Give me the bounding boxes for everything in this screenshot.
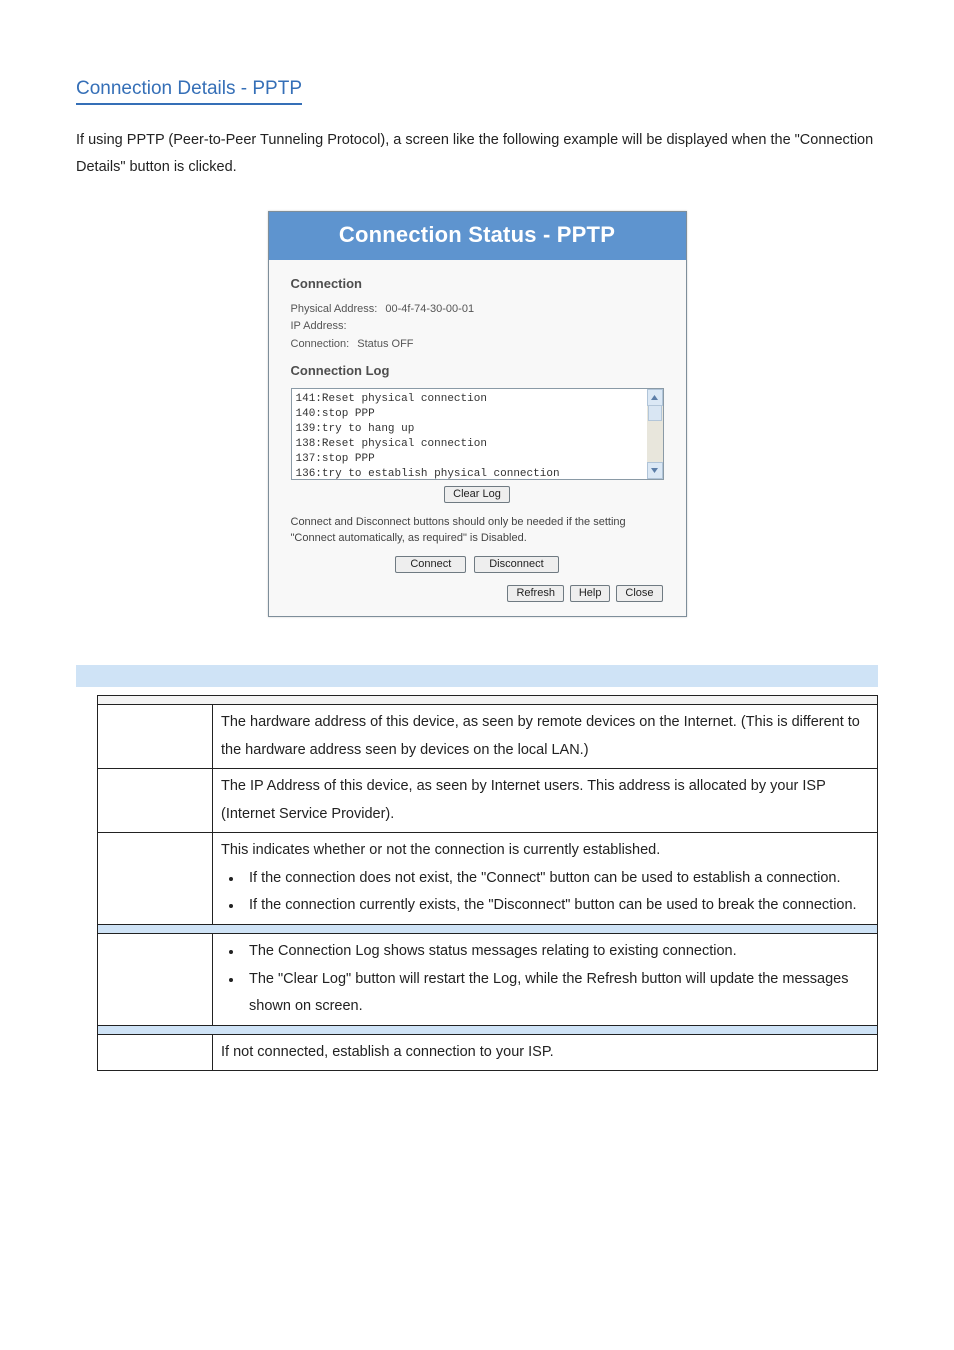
disconnect-button[interactable]: Disconnect	[474, 556, 558, 573]
log-line: 141:Reset physical connection	[296, 392, 645, 407]
physical-address-value: 00-4f-74-30-00-01	[385, 301, 474, 319]
scroll-handle[interactable]	[648, 405, 662, 421]
row-desc-bullet: If the connection does not exist, the "C…	[243, 865, 869, 893]
connection-log-subheading: Connection Log	[291, 363, 664, 378]
data-heading-bar	[76, 665, 878, 687]
scroll-down-icon[interactable]	[647, 462, 663, 479]
close-button[interactable]: Close	[616, 585, 662, 602]
connection-log-box[interactable]: 141:Reset physical connection 140:stop P…	[291, 388, 664, 480]
row-desc: The IP Address of this device, as seen b…	[213, 769, 878, 833]
physical-address-label: Physical Address:	[291, 301, 378, 319]
helper-text: Connect and Disconnect buttons should on…	[291, 515, 664, 546]
scroll-up-icon[interactable]	[647, 389, 663, 406]
connection-status-value: Status OFF	[357, 336, 413, 354]
row-label	[98, 705, 213, 769]
row-desc-bullet: The Connection Log shows status messages…	[243, 938, 869, 966]
help-button[interactable]: Help	[570, 585, 611, 602]
row-desc: If not connected, establish a connection…	[213, 1034, 878, 1071]
connection-subheading: Connection	[291, 276, 664, 291]
connection-status-label: Connection:	[291, 336, 350, 354]
clear-log-button[interactable]: Clear Log	[444, 486, 510, 503]
log-line: 140:stop PPP	[296, 407, 645, 422]
widget-title: Connection Status - PPTP	[269, 212, 686, 260]
row-label	[98, 934, 213, 1026]
table-section-log	[98, 925, 878, 934]
log-line: 136:try to establish physical connection	[296, 467, 645, 481]
log-scrollbar[interactable]	[647, 389, 663, 479]
log-line: 138:Reset physical connection	[296, 437, 645, 452]
row-desc-intro: This indicates whether or not the connec…	[221, 837, 869, 865]
status-widget: Connection Status - PPTP Connection Phys…	[268, 211, 687, 618]
row-desc: The Connection Log shows status messages…	[213, 934, 878, 1026]
row-label	[98, 833, 213, 925]
description-table: The hardware address of this device, as …	[97, 695, 878, 1071]
connect-button[interactable]: Connect	[395, 556, 466, 573]
section-heading: Connection Details - PPTP	[76, 78, 302, 105]
row-desc-bullet: If the connection currently exists, the …	[243, 892, 869, 920]
intro-paragraph: If using PPTP (Peer-to-Peer Tunneling Pr…	[76, 127, 878, 181]
row-desc: The hardware address of this device, as …	[213, 705, 878, 769]
row-label	[98, 1034, 213, 1071]
row-desc-bullet: The "Clear Log" button will restart the …	[243, 966, 869, 1021]
ip-address-label: IP Address:	[291, 318, 347, 336]
table-section-buttons	[98, 1025, 878, 1034]
log-line: 137:stop PPP	[296, 452, 645, 467]
row-label	[98, 769, 213, 833]
log-line: 139:try to hang up	[296, 422, 645, 437]
table-section-connection	[98, 696, 878, 705]
refresh-button[interactable]: Refresh	[507, 585, 564, 602]
row-desc: This indicates whether or not the connec…	[213, 833, 878, 925]
